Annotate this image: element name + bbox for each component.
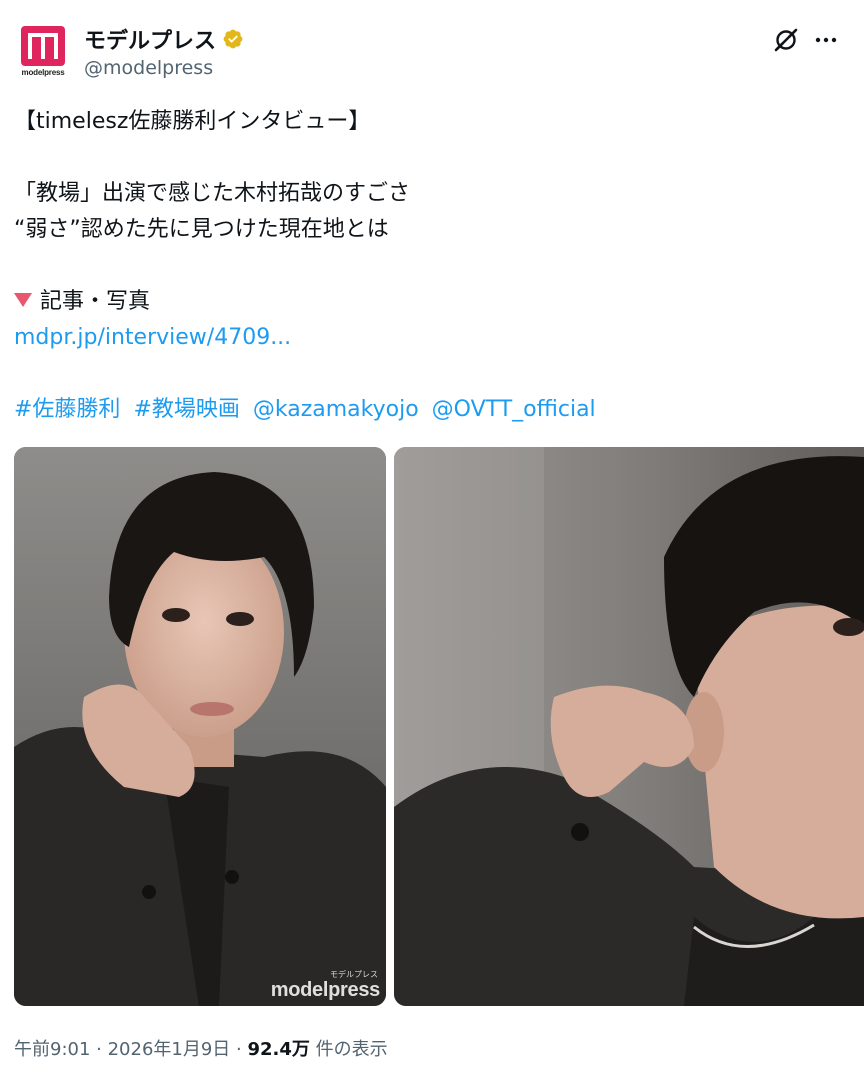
tweet-meta: 午前9:01 · 2026年1月9日 · 92.4万 件の表示 bbox=[14, 1035, 388, 1061]
post-date[interactable]: 2026年1月9日 bbox=[108, 1039, 231, 1060]
hashtag-link[interactable]: #佐藤勝利 bbox=[14, 397, 120, 422]
mention-link[interactable]: @OVTT_official bbox=[432, 397, 596, 422]
author-name-row[interactable]: モデルプレス bbox=[84, 24, 244, 54]
hashtag-link[interactable]: #教場映画 bbox=[133, 397, 239, 422]
avatar-logo-text: modelpress bbox=[21, 68, 65, 77]
mention-link[interactable]: @kazamakyojo bbox=[253, 397, 419, 422]
hashtag-row: #佐藤勝利 #教場映画 @kazamakyojo @OVTT_official bbox=[14, 392, 844, 428]
portrait-photo-image bbox=[394, 447, 864, 1006]
verified-badge-icon bbox=[223, 29, 243, 49]
author-handle[interactable]: @modelpress bbox=[84, 57, 213, 79]
article-label: 記事・写真 bbox=[40, 289, 151, 314]
grok-icon[interactable] bbox=[772, 26, 800, 54]
down-triangle-icon bbox=[14, 293, 32, 307]
media-grid: モデルプレス modelpress bbox=[14, 447, 864, 1006]
tweet-post: modelpress モデルプレス @modelpress 【timelesz佐… bbox=[0, 0, 864, 1087]
tweet-line-article: 記事・写真 bbox=[14, 284, 844, 320]
portrait-photo-image bbox=[14, 447, 386, 1006]
tweet-line: 「教場」出演で感じた木村拓哉のすごさ bbox=[14, 181, 411, 206]
views-count: 92.4万 bbox=[247, 1039, 310, 1060]
article-link[interactable]: mdpr.jp/interview/4709... bbox=[14, 325, 291, 350]
more-icon[interactable] bbox=[812, 26, 840, 54]
modelpress-logo-icon bbox=[21, 26, 65, 66]
display-name[interactable]: モデルプレス bbox=[84, 23, 216, 55]
tweet-headline: 【timelesz佐藤勝利インタビュー】 bbox=[14, 109, 371, 134]
tweet-text: 【timelesz佐藤勝利インタビュー】 「教場」出演で感じた木村拓哉のすごさ … bbox=[14, 104, 844, 428]
avatar[interactable]: modelpress bbox=[16, 24, 70, 78]
photo-2[interactable] bbox=[394, 447, 864, 1006]
photo-1[interactable]: モデルプレス modelpress bbox=[14, 447, 386, 1006]
separator: · bbox=[90, 1039, 108, 1060]
post-time[interactable]: 午前9:01 bbox=[14, 1039, 90, 1060]
separator: · bbox=[230, 1039, 248, 1060]
views-label: 件の表示 bbox=[309, 1039, 388, 1060]
tweet-line: “弱さ”認めた先に見つけた現在地とは bbox=[14, 217, 389, 242]
watermark: modelpress bbox=[270, 979, 381, 1001]
